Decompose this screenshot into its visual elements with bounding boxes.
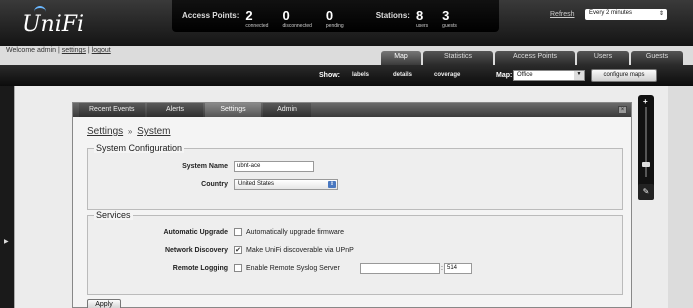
system-configuration-section: System Configuration System Name ubnt-ac… — [87, 143, 623, 210]
tab-access-points[interactable]: Access Points — [495, 51, 575, 65]
refresh-interval-value: Every 2 minutes — [589, 10, 633, 16]
network-discovery-checkbox[interactable]: ✔ — [234, 246, 242, 254]
separator: | — [87, 47, 90, 54]
stat-pending-label: pending — [325, 23, 344, 29]
stat-connected-label: connected — [245, 23, 269, 29]
network-discovery-label: Network Discovery — [164, 247, 228, 254]
zoom-slider-handle[interactable] — [642, 162, 650, 167]
status-summary: Access Points: 2 connected 0 disconnecte… — [172, 0, 499, 32]
stat-pending[interactable]: 0 pending — [325, 8, 344, 29]
tab-admin[interactable]: Admin — [263, 103, 311, 117]
stat-connected-count: 2 — [245, 8, 253, 23]
map-select[interactable]: Office ▼ — [513, 70, 585, 81]
show-coverage-option[interactable]: coverage — [434, 72, 460, 78]
logout-link[interactable]: logout — [92, 47, 111, 54]
network-discovery-text[interactable]: Make UniFi discoverable via UPnP — [246, 247, 354, 254]
chevron-right-icon: ▶ — [4, 239, 9, 245]
apply-button[interactable]: Apply — [87, 299, 121, 308]
stat-disconnected-label: disconnected — [282, 23, 312, 29]
automatic-upgrade-checkbox[interactable] — [234, 228, 242, 236]
country-select-value: United States — [238, 181, 275, 187]
port-separator: : — [441, 265, 443, 272]
configure-maps-button[interactable]: configure maps — [591, 69, 657, 82]
zoom-control: + − — [638, 95, 654, 197]
welcome-text: Welcome admin — [6, 47, 57, 54]
system-name-label: System Name — [182, 163, 228, 170]
tab-statistics[interactable]: Statistics — [423, 51, 493, 65]
map-select-value: Office — [517, 72, 533, 78]
section-title: Services — [94, 210, 133, 220]
stat-disconnected[interactable]: 0 disconnected — [282, 8, 312, 29]
refresh-link[interactable]: Refresh — [550, 11, 575, 18]
country-select[interactable]: United States ⇕ — [234, 179, 338, 190]
top-header: UniFi Access Points: 2 connected 0 disco… — [0, 0, 693, 46]
stat-users-label: users — [415, 23, 429, 29]
show-label: Show: — [319, 72, 340, 79]
select-arrows-icon: ⇕ — [658, 11, 664, 17]
pen-icon[interactable]: ✎ — [638, 184, 654, 200]
refresh-interval-select[interactable]: Every 2 minutes ⇕ — [585, 9, 667, 20]
remote-syslog-port-input[interactable]: 514 — [444, 263, 472, 274]
stat-users-count: 8 — [415, 8, 424, 23]
panel-tabs: Recent Events Alerts Settings Admin × — [73, 103, 631, 117]
main-nav-tabs: Map Statistics Access Points Users Guest… — [381, 51, 685, 65]
breadcrumb: Settings » System — [87, 126, 171, 137]
stat-guests-label: guests — [442, 23, 457, 29]
select-arrows-icon: ⇕ — [328, 181, 336, 188]
settings-link[interactable]: settings — [62, 47, 86, 54]
chevron-down-icon: ▼ — [574, 71, 584, 80]
stat-guests-count: 3 — [442, 8, 450, 23]
remote-logging-text[interactable]: Enable Remote Syslog Server — [246, 265, 340, 272]
country-label: Country — [201, 181, 228, 188]
access-points-summary: Access Points: 2 connected 0 disconnecte… — [182, 0, 358, 32]
tab-map[interactable]: Map — [381, 51, 421, 65]
left-collapsed-panel[interactable]: ▶ — [0, 86, 14, 308]
system-name-input[interactable]: ubnt-ace — [234, 161, 314, 172]
app-frame: UniFi Access Points: 2 connected 0 disco… — [0, 0, 693, 308]
show-labels-option[interactable]: labels — [352, 72, 369, 78]
remote-syslog-host-input[interactable] — [360, 263, 440, 274]
separator: | — [58, 47, 60, 54]
stat-users[interactable]: 8 users — [415, 8, 429, 29]
remote-logging-label: Remote Logging — [172, 265, 228, 272]
stat-connected[interactable]: 2 connected — [245, 8, 269, 29]
remote-logging-checkbox[interactable] — [234, 264, 242, 272]
stat-pending-count: 0 — [325, 8, 334, 23]
section-title: System Configuration — [94, 143, 185, 153]
breadcrumb-separator: » — [127, 127, 133, 136]
breadcrumb-settings[interactable]: Settings — [87, 126, 123, 137]
map-toolbar: Show: labels details coverage Map: Offic… — [0, 65, 693, 86]
automatic-upgrade-text[interactable]: Automatically upgrade firmware — [246, 229, 344, 236]
tab-guests[interactable]: Guests — [631, 51, 683, 65]
plus-icon[interactable]: + — [643, 97, 648, 106]
services-section: Services Automatic Upgrade Automatically… — [87, 210, 623, 295]
welcome-bar: Welcome admin | settings | logout — [6, 47, 111, 54]
tab-recent-events[interactable]: Recent Events — [79, 103, 145, 117]
close-icon[interactable]: × — [618, 106, 627, 114]
map-label: Map: — [496, 72, 513, 79]
tab-users[interactable]: Users — [577, 51, 629, 65]
show-details-option[interactable]: details — [393, 72, 412, 78]
stat-disconnected-count: 0 — [282, 8, 290, 23]
stat-guests[interactable]: 3 guests — [442, 8, 457, 29]
tab-alerts[interactable]: Alerts — [147, 103, 203, 117]
settings-panel: Recent Events Alerts Settings Admin × Se… — [72, 102, 632, 308]
breadcrumb-system[interactable]: System — [137, 126, 170, 137]
stations-title: Stations: — [375, 11, 410, 20]
tab-settings[interactable]: Settings — [205, 103, 261, 117]
stations-summary: Stations: 8 users 3 guests — [376, 0, 471, 32]
automatic-upgrade-label: Automatic Upgrade — [163, 229, 228, 236]
app-logo: UniFi — [22, 12, 85, 37]
access-points-title: Access Points: — [182, 11, 240, 20]
